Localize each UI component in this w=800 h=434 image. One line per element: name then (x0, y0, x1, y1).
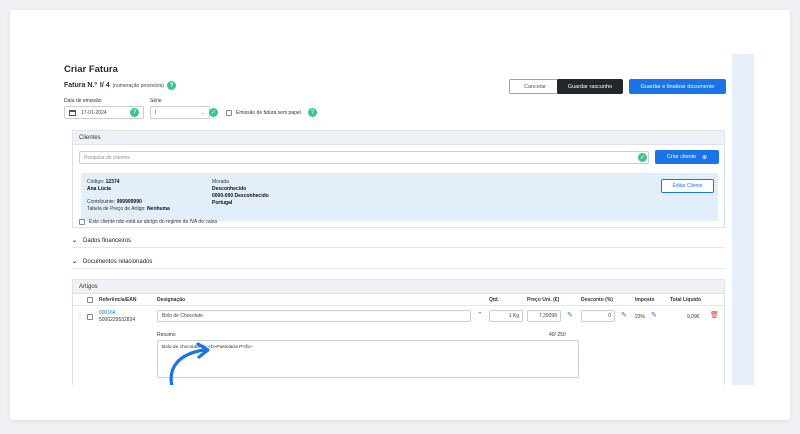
row-checkbox[interactable] (87, 314, 93, 320)
chevron-down-icon: ⌄ (72, 238, 78, 244)
related-docs-label: Documentos relacionados (83, 258, 153, 265)
edit-discount-pencil-icon[interactable]: ✎ (621, 311, 627, 319)
financial-data-section[interactable]: ⌄ Dados financeiros (72, 234, 725, 248)
unit-price-input[interactable]: 7,39098 (527, 310, 561, 322)
address-line3: Portugal (212, 200, 232, 206)
taxpayer-value: 999999990 (116, 199, 142, 205)
row-ean: 5000229532824 (99, 317, 136, 323)
date-value: 17-01-2024 (81, 109, 107, 116)
address-line1: Desconhecido (212, 186, 246, 192)
paperless-help-icon[interactable]: ? (308, 108, 317, 117)
address-line1-value: Desconhecido (212, 186, 247, 192)
unit-price-value: 7,39098 (538, 313, 557, 319)
table-row: ⋮⋮ 000164 5000229532824 Bolo de Chocolat… (73, 307, 724, 327)
row-tax: 23% (635, 314, 646, 320)
edit-client-button[interactable]: Editar Cliente (661, 179, 714, 193)
col-designation: Designação (157, 297, 186, 303)
address-label: Morada (212, 179, 229, 185)
invoice-number-value: I/ 4 (99, 82, 110, 89)
invoice-label: Fatura N.º (64, 82, 97, 89)
calendar-icon (69, 109, 76, 116)
client-search-input[interactable]: Pesquisa de clientes (79, 151, 649, 164)
address-line2-value: 0000-000 Desconhecido (212, 193, 269, 199)
vat-regime-checkbox[interactable] (79, 219, 85, 225)
discount-input[interactable]: 0 (581, 310, 615, 322)
col-tax: Imposto (635, 297, 655, 303)
qty-input[interactable]: 1 Kg (489, 310, 523, 322)
designation-value: Bolo de Chocolate (162, 313, 203, 319)
right-side-panel (732, 54, 754, 385)
cancel-button[interactable]: Cancelar (509, 79, 561, 94)
summary-char-count: 40/ 250 (549, 332, 566, 338)
row-total: 9,09€ (687, 314, 700, 320)
col-total: Total Líquido (670, 297, 702, 303)
clients-header: Clientes (73, 131, 724, 145)
col-ref: Referência/EAN (99, 297, 137, 303)
save-finalize-button[interactable]: Guardar e finalizar documento (629, 79, 726, 94)
client-code: Código: 12374 (87, 179, 120, 185)
articles-table-header: Referência/EAN Designação Qtd. Preço Uni… (73, 294, 724, 306)
edit-price-pencil-icon[interactable]: ✎ (567, 311, 573, 319)
series-select[interactable]: I ⌄ (150, 106, 210, 119)
col-unit-price: Preço Uni. (€) (527, 297, 560, 303)
edit-tax-pencil-icon[interactable]: ✎ (651, 311, 657, 319)
plus-circle-icon: ⊕ (702, 154, 708, 161)
clients-panel: Clientes Pesquisa de clientes ✓ Criar cl… (72, 130, 725, 228)
discount-value: 0 (608, 313, 611, 319)
screenshot-frame: Criar Fatura Fatura N.º I/ 4 (numeração … (10, 10, 790, 420)
client-price-table: Tabela de Preço de Artigo: Nenhuma (87, 206, 170, 212)
client-name: Ana Lúcia (87, 186, 111, 192)
select-all-checkbox[interactable] (87, 297, 93, 303)
date-help-icon[interactable]: ? (130, 108, 139, 117)
invoice-form: Criar Fatura Fatura N.º I/ 4 (numeração … (64, 54, 732, 385)
create-client-label: Criar cliente (666, 154, 697, 160)
vat-regime-label: Este cliente não está ao abrigo do regim… (89, 219, 218, 225)
series-value: I (155, 109, 157, 116)
client-taxpayer: Contribuinte: 999999990 (87, 199, 142, 205)
financial-data-label: Dados financeiros (83, 237, 132, 244)
paperless-label: Emissão de fatura sem papel (236, 110, 301, 116)
date-label: Data de emissão (64, 98, 102, 104)
col-qty: Qtd. (489, 297, 499, 303)
create-client-button[interactable]: Criar cliente ⊕ (655, 150, 719, 164)
chevron-down-icon: ⌄ (200, 109, 205, 116)
qty-value: 1 Kg (508, 313, 519, 319)
help-icon[interactable]: ? (167, 81, 177, 90)
address-line2: 0000-000 Desconhecido (212, 193, 269, 199)
address-line3-value: Portugal (212, 200, 233, 206)
price-table-value: Nenhuma (147, 206, 170, 212)
chevron-down-icon: ⌄ (72, 259, 78, 265)
price-table-label: Tabela de Preço de Artigo: (87, 206, 146, 212)
invoice-number: Fatura N.º I/ 4 (numeração provisória) ? (64, 81, 177, 90)
client-info-box: Código: 12374 Ana Lúcia Contribuinte: 99… (81, 173, 718, 221)
series-ok-icon: ✓ (209, 108, 218, 117)
paperless-checkbox[interactable] (226, 110, 232, 116)
col-discount: Desconto (%) (581, 297, 613, 303)
client-search-placeholder: Pesquisa de clientes (84, 154, 130, 161)
delete-row-trash-icon[interactable]: 🗑 (710, 311, 719, 319)
page-title: Criar Fatura (64, 64, 118, 75)
save-draft-button[interactable]: Guardar rascunho (557, 79, 623, 94)
articles-header: Artigos (73, 280, 724, 294)
summary-label: Resumo (157, 332, 176, 338)
client-name-value: Ana Lúcia (87, 186, 111, 192)
designation-input[interactable]: Bolo de Chocolate (157, 310, 471, 322)
annotation-arrow-icon (169, 342, 210, 385)
client-search-ok-icon: ✓ (638, 153, 647, 162)
client-code-value: 12374 (105, 179, 120, 185)
invoice-number-note: (numeração provisória) (112, 82, 165, 89)
taxpayer-label: Contribuinte: (87, 199, 116, 205)
client-code-label: Código: (87, 179, 105, 185)
related-docs-section[interactable]: ⌄ Documentos relacionados (72, 255, 725, 269)
row-ref[interactable]: 000164 (99, 310, 116, 316)
series-label: Série (150, 98, 162, 104)
chevron-up-icon[interactable]: ⌃ (477, 311, 483, 319)
